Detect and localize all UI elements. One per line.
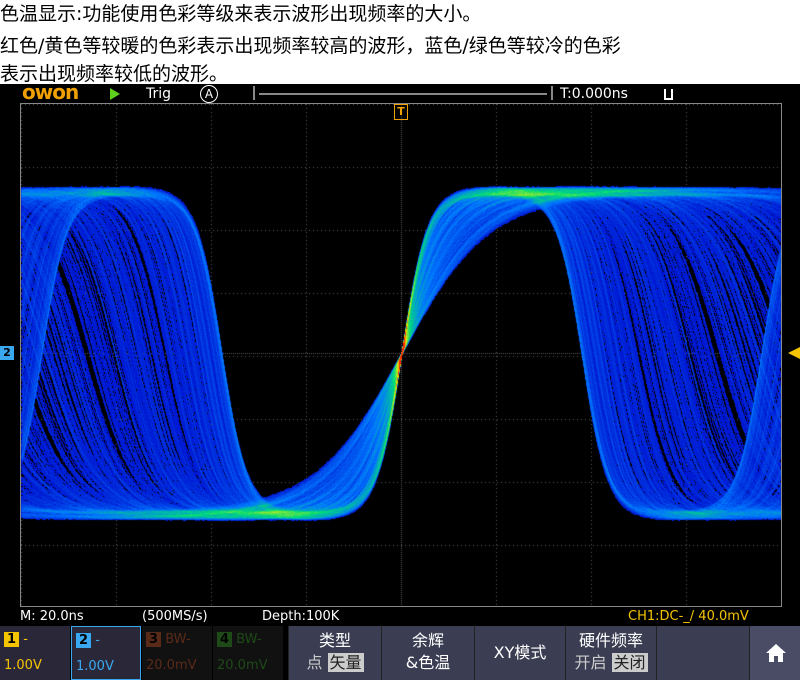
caption-line-1: 色温显示:功能使用色彩等级来表示波形出现频率的大小。 [0,2,481,26]
channel-3-button[interactable]: 3 BW- 20.0mV [142,626,212,680]
xy-mode-button[interactable]: XY模式 [474,626,565,680]
ch2-marker[interactable]: 2 [0,346,14,360]
trig-label: Trig [146,84,171,104]
home-icon [765,643,787,663]
channel-2-button[interactable]: 2 - 1.00V [71,626,141,680]
hw-on: 开启 [574,653,606,672]
hw-freq-button[interactable]: 硬件频率 开启 关闭 [565,626,656,680]
home-button[interactable] [749,626,800,680]
memory-depth: Depth:100K [262,608,339,626]
channel-scale: 1.00V [76,659,140,674]
persistence-button[interactable]: 余辉 &色温 [381,626,474,680]
type-vector: 矢量 [328,653,364,672]
caption-line-2: 红色/黄色等较暖的色彩表示出现频率较高的波形，蓝色/绿色等较冷的色彩 [0,34,621,58]
persist-title: 余辉 [382,630,474,652]
trigger-level-marker[interactable] [788,347,800,359]
channel-coupling: - [95,633,100,648]
trigger-marker[interactable]: T [394,104,408,120]
channel-1-button[interactable]: 1 - 1.00V [0,626,70,680]
channel-scale: 20.0mV [217,658,283,673]
timebase: M: 20.0ns [20,608,84,626]
persist-sub: &色温 [382,652,474,674]
unlock-icon[interactable] [664,89,673,100]
blank-button[interactable] [656,626,749,680]
channel-coupling: BW- [236,632,261,647]
channel-number: 4 [217,632,232,647]
time-offset: T:0.000ns [560,84,628,104]
trigger-mode[interactable]: A [200,85,218,103]
timeline-bar[interactable] [253,86,553,100]
hw-title: 硬件频率 [566,630,656,652]
type-button[interactable]: 类型点 矢量 [288,626,381,680]
owon-logo: owon [22,82,78,102]
waveform-canvas [21,104,781,606]
run-icon[interactable] [110,88,120,100]
channel-coupling: BW- [165,632,190,647]
channel-scale: 1.00V [4,658,70,673]
channel-4-button[interactable]: 4 BW- 20.0mV [213,626,283,680]
channel-number: 3 [146,632,161,647]
oscilloscope-screen: owon Trig A T:0.000ns T 2 M: 20.0ns (500… [0,84,800,680]
sample-rate: (500MS/s) [142,608,208,626]
channel-scale: 20.0mV [146,658,212,673]
waveform-grid [20,103,782,607]
trigger-info: CH1:DC-_/ 40.0mV [628,608,749,626]
channel-number: 1 [4,632,19,647]
channel-number: 2 [76,633,91,648]
channel-coupling: - [23,632,28,647]
type-title: 类型 [289,630,381,652]
type-dot: 点 [306,653,322,672]
hw-off: 关闭 [612,653,648,672]
